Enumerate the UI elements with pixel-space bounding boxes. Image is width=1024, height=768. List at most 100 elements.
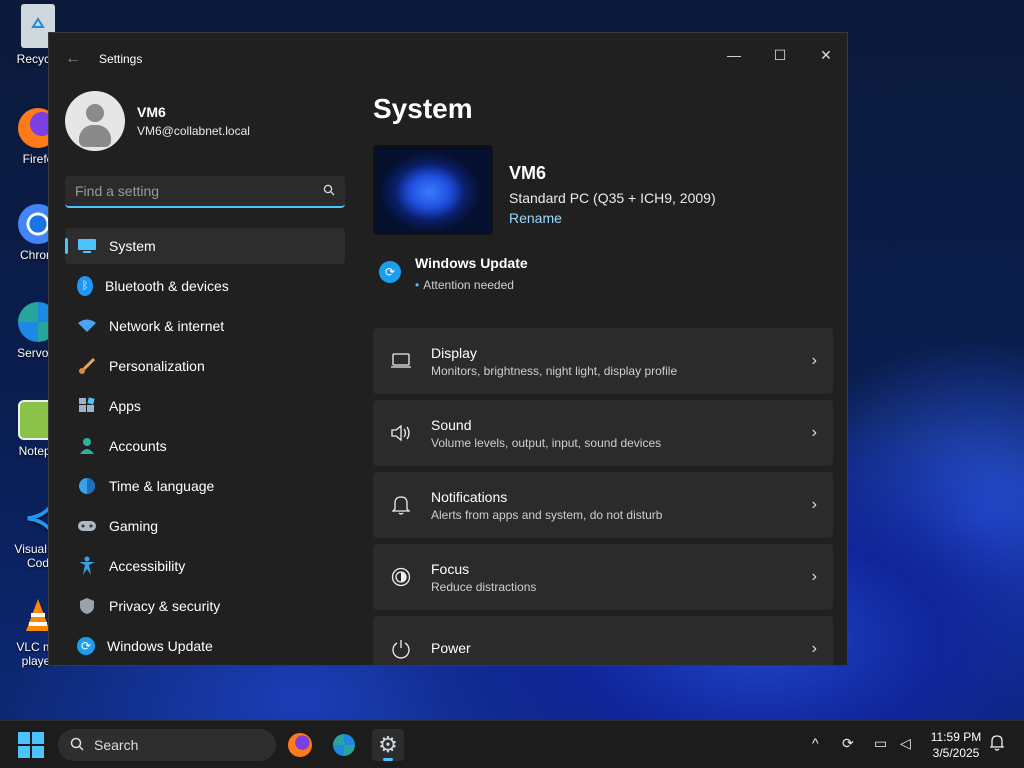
wifi-icon — [77, 316, 97, 336]
card-subtitle: Reduce distractions — [431, 579, 537, 594]
system-icon — [77, 236, 97, 256]
sidebar-item-privacy[interactable]: Privacy & security — [65, 588, 345, 624]
device-spec: Standard PC (Q35 + ICH9, 2009) — [509, 190, 716, 206]
sidebar-item-label: Privacy & security — [109, 598, 221, 614]
settings-window: ← Settings — ☐ ✕ VM6 VM6@collabnet.local… — [48, 32, 848, 666]
volume-muted-icon[interactable]: ◁ — [900, 735, 911, 752]
sidebar-item-label: Time & language — [109, 478, 215, 494]
focus-icon — [389, 565, 413, 589]
device-card: VM6 Standard PC (Q35 + ICH9, 2009) Renam… — [373, 145, 833, 235]
card-sound[interactable]: Sound Volume levels, output, input, sound… — [373, 400, 833, 466]
chevron-right-icon: › — [811, 424, 817, 441]
sidebar-item-label: Personalization — [109, 358, 205, 374]
windows-update-status[interactable]: ⟳ Windows Update • Attention needed — [373, 253, 833, 292]
sidebar-item-apps[interactable]: Apps — [65, 388, 345, 424]
taskbar-search[interactable]: Search — [58, 729, 276, 761]
apps-icon — [77, 396, 97, 416]
card-title: Power — [431, 639, 471, 656]
card-subtitle: Volume levels, output, input, sound devi… — [431, 435, 662, 450]
taskbar-firefox[interactable] — [284, 729, 316, 761]
sidebar-item-gaming[interactable]: Gaming — [65, 508, 345, 544]
notification-bell-icon[interactable] — [989, 735, 1005, 754]
back-arrow-icon: ← — [65, 50, 81, 67]
power-icon — [389, 637, 413, 661]
taskbar-search-label: Search — [94, 737, 139, 753]
sidebar-item-label: Accessibility — [109, 558, 186, 574]
device-name: VM6 — [509, 163, 547, 183]
user-profile[interactable]: VM6 VM6@collabnet.local — [65, 91, 250, 151]
card-subtitle: Alerts from apps and system, do not dist… — [431, 507, 663, 522]
back-button[interactable]: ← — [63, 49, 83, 69]
sidebar-item-accessibility[interactable]: Accessibility — [65, 548, 345, 584]
show-hidden-icons-chevron-up-icon[interactable]: ^ — [812, 735, 819, 751]
chevron-right-icon: › — [811, 496, 817, 513]
minimize-button[interactable]: — — [711, 39, 757, 71]
start-button[interactable] — [18, 732, 44, 758]
rename-link[interactable]: Rename — [509, 210, 716, 226]
search-icon — [70, 737, 84, 754]
card-title: Notifications — [431, 488, 508, 505]
profile-name: VM6 — [137, 104, 166, 120]
maximize-button[interactable]: ☐ — [757, 39, 803, 71]
close-button[interactable]: ✕ — [803, 39, 847, 71]
sidebar-item-time-language[interactable]: Time & language — [65, 468, 345, 504]
card-title: Display — [431, 344, 477, 361]
search-input[interactable] — [75, 183, 323, 199]
taskbar-settings[interactable]: ⚙ — [372, 729, 404, 761]
settings-cards: Display Monitors, brightness, night light… — [373, 328, 833, 665]
bluetooth-icon: ᛒ — [77, 276, 93, 296]
update-icon: ⟳ — [379, 261, 401, 283]
sidebar-item-personalization[interactable]: Personalization — [65, 348, 345, 384]
chevron-right-icon: › — [811, 352, 817, 369]
sidebar-item-accounts[interactable]: Accounts — [65, 428, 345, 464]
speaker-icon — [389, 421, 413, 445]
card-title: Focus — [431, 560, 470, 577]
avatar — [65, 91, 125, 151]
update-title: Windows Update — [415, 255, 528, 271]
sidebar-nav: System ᛒ Bluetooth & devices Network & i… — [65, 228, 345, 665]
card-focus[interactable]: Focus Reduce distractions › — [373, 544, 833, 610]
sidebar-item-system[interactable]: System — [65, 228, 345, 264]
bell-icon — [389, 493, 413, 517]
accounts-icon — [77, 436, 97, 456]
page-title: System — [373, 93, 473, 124]
update-icon: ⟳ — [77, 637, 95, 655]
device-wallpaper-thumbnail — [373, 145, 493, 235]
sidebar-item-label: Accounts — [109, 438, 167, 454]
sidebar-item-windows-update[interactable]: ⟳ Windows Update — [65, 628, 345, 664]
sidebar-item-label: Gaming — [109, 518, 159, 534]
windows-logo-icon — [18, 732, 30, 744]
chevron-right-icon: › — [811, 640, 817, 657]
card-display[interactable]: Display Monitors, brightness, night light… — [373, 328, 833, 394]
update-tray-icon[interactable]: ⟳ — [842, 735, 854, 752]
chevron-right-icon: › — [811, 568, 817, 585]
accessibility-icon — [77, 556, 97, 576]
clock[interactable]: 11:59 PM 3/5/2025 — [922, 729, 990, 761]
sidebar-item-bluetooth[interactable]: ᛒ Bluetooth & devices — [65, 268, 345, 304]
gamepad-icon — [77, 516, 97, 536]
time: 11:59 PM — [930, 730, 982, 744]
search-icon — [323, 184, 335, 199]
card-power[interactable]: Power › — [373, 616, 833, 665]
gear-icon: ⚙ — [378, 732, 398, 757]
sidebar-item-network[interactable]: Network & internet — [65, 308, 345, 344]
find-setting-search[interactable] — [65, 176, 345, 208]
main-content: System VM6 Standard PC (Q35 + ICH9, 2009… — [373, 83, 833, 665]
shield-icon — [77, 596, 97, 616]
card-subtitle: Monitors, brightness, night light, displ… — [431, 363, 678, 378]
sidebar-item-label: Network & internet — [109, 318, 225, 334]
network-icon[interactable]: ▭ — [874, 735, 887, 752]
sidebar-item-label: System — [109, 238, 156, 254]
taskbar-servo[interactable] — [328, 729, 360, 761]
taskbar: Search ⚙ ^ ⟳ ▭ ◁ 11:59 PM 3/5/2025 — [0, 720, 1024, 768]
profile-email: VM6@collabnet.local — [137, 124, 250, 138]
card-title: Sound — [431, 416, 472, 433]
firefox-icon — [288, 733, 312, 757]
date: 3/5/2025 — [932, 746, 980, 760]
globe-icon — [77, 476, 97, 496]
servo-icon — [333, 734, 355, 756]
sidebar-item-label: Bluetooth & devices — [105, 278, 229, 294]
card-notifications[interactable]: Notifications Alerts from apps and system… — [373, 472, 833, 538]
app-title: Settings — [99, 52, 143, 66]
title-bar: ← Settings — ☐ ✕ — [49, 33, 847, 83]
